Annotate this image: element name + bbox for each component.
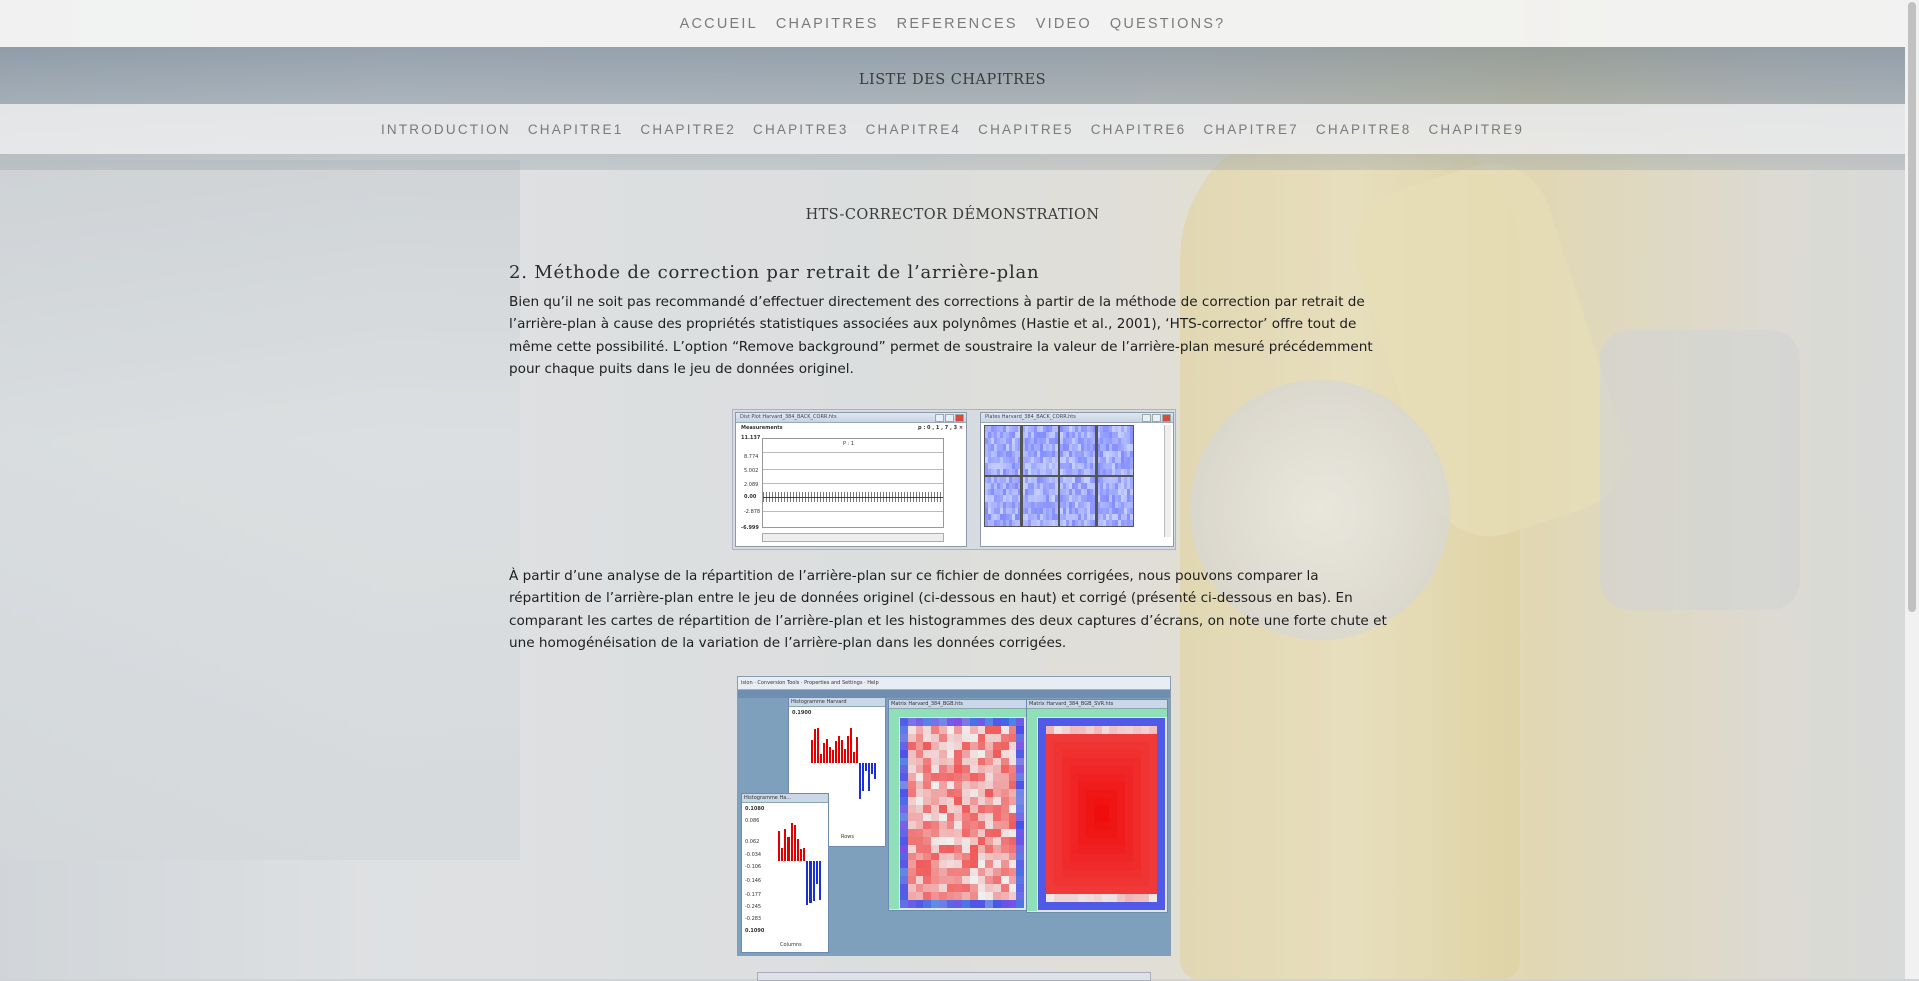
hist-tick-1: 0.086	[745, 818, 760, 824]
histogram-rows-max: 0.1900	[792, 710, 812, 716]
chapter-link-1[interactable]: CHAPITRE1	[528, 122, 624, 137]
heatmap-original	[900, 718, 1024, 908]
histogram-columns-max: 0.1080	[745, 806, 765, 812]
chapter-link-4[interactable]: CHAPITRE4	[866, 122, 962, 137]
plate-map[interactable]	[1022, 477, 1059, 526]
page-title: HTS-CORRECTOR DÉMONSTRATION	[805, 207, 1100, 223]
max-value: 11.137	[741, 435, 761, 441]
heatmap-original-window: Matrix Harvard_384_BGB.hts	[888, 699, 1027, 911]
dist-plot-area: P : 1	[762, 438, 944, 528]
histogram-columns-bars	[778, 816, 822, 916]
histogram-columns-title: Histogramme Ha...	[744, 795, 792, 801]
chapter-link-7[interactable]: CHAPITRE7	[1203, 122, 1299, 137]
chapter-link-2[interactable]: CHAPITRE2	[640, 122, 736, 137]
chapter-link-9[interactable]: CHAPITRE9	[1428, 122, 1524, 137]
histogram-columns-axis: Columns	[780, 942, 802, 948]
histogram-rows-axis: Rows	[841, 834, 855, 840]
min-value: -6.999	[741, 525, 759, 531]
hist-tick-5: -0.146	[745, 878, 762, 884]
top-navigation: ACCUEIL CHAPITRES REFERENCES VIDEO QUEST…	[0, 0, 1905, 47]
vertical-scrollbar[interactable]	[1164, 425, 1171, 537]
scrollbar-thumb[interactable]	[1908, 2, 1916, 612]
menu-bar: ision · Conversion Tools · Properties an…	[738, 677, 1170, 690]
paragraph-intro: Bien qu’il ne soit pas recommandé d’effe…	[509, 294, 1373, 378]
plate-map[interactable]	[985, 477, 1021, 526]
minimize-icon[interactable]	[935, 414, 944, 422]
plates-title: Plates Harvard_384_BACK_CORR.hts	[985, 414, 1076, 420]
chapter-link-introduction[interactable]: INTRODUCTION	[381, 122, 511, 137]
hist-tick-2: 0.062	[745, 839, 760, 845]
heatmap-corrected-window: Matrix Harvard_384_BGB_SVR.hts	[1026, 699, 1168, 913]
plate-map[interactable]	[1022, 426, 1059, 475]
paragraph-comparison: À partir d’une analyse de la répartition…	[509, 568, 1387, 652]
hist-tick-last: 0.1090	[745, 928, 765, 934]
horizontal-scrollbar[interactable]	[762, 533, 944, 542]
plate-maps	[984, 425, 1134, 527]
tick-3: 2.089	[744, 482, 759, 488]
chapter-link-6[interactable]: CHAPITRE6	[1091, 122, 1187, 137]
nav-accueil[interactable]: ACCUEIL	[680, 16, 758, 32]
hist-tick-4: -0.106	[745, 864, 762, 870]
tick-5: -2.878	[744, 509, 761, 515]
histogram-columns-window: Histogramme Ha... 0.1080 0.086 0.062 -0.…	[741, 793, 829, 953]
plates-window: Plates Harvard_384_BACK_CORR.hts	[980, 412, 1174, 547]
plate-panel-label: P : 1	[843, 441, 855, 447]
nav-chapitres[interactable]: CHAPITRES	[776, 16, 879, 32]
screenshot-next-partial	[757, 972, 1151, 981]
screenshot-background-correction: Dist Plot Harvard_384_BACK_CORR.hts Meas…	[732, 409, 1176, 550]
hist-tick-8: -0.283	[745, 916, 762, 922]
nav-video[interactable]: VIDEO	[1036, 16, 1092, 32]
histogram-bar	[818, 816, 822, 916]
histogram-rows-title: Histogramme Harvard	[791, 699, 847, 705]
plate-map[interactable]	[1060, 426, 1096, 475]
menu-items[interactable]: ision · Conversion Tools · Properties an…	[741, 680, 879, 686]
chapter-link-3[interactable]: CHAPITRE3	[753, 122, 849, 137]
measurements-label: Measurements	[741, 425, 783, 431]
chapter-link-5[interactable]: CHAPITRE5	[978, 122, 1074, 137]
close-icon[interactable]	[1162, 414, 1171, 422]
chapters-title: LISTE DES CHAPITRES	[858, 72, 1047, 88]
heatmap-corrected	[1038, 718, 1165, 910]
hist-tick-3: -0.034	[745, 852, 762, 858]
article-continued: À partir d’une analyse de la répartition…	[509, 565, 1389, 655]
maximize-icon[interactable]	[1152, 414, 1161, 422]
article: 2. Méthode de correction par retrait de …	[509, 262, 1389, 381]
minimize-icon[interactable]	[1142, 414, 1151, 422]
nav-questions[interactable]: QUESTIONS?	[1110, 16, 1225, 32]
tick-1: 8.774	[744, 454, 759, 460]
plate-map[interactable]	[1097, 477, 1134, 526]
plate-selector[interactable]: p : 0 , 1 , 7 , 3 ×	[918, 425, 963, 431]
tick-4: 0.00	[744, 494, 757, 500]
heatmap-corrected-title: Matrix Harvard_384_BGB_SVR.hts	[1029, 701, 1114, 707]
hist-tick-7: -0.245	[745, 904, 762, 910]
section-heading: 2. Méthode de correction par retrait de …	[509, 262, 1040, 283]
plate-map[interactable]	[1097, 426, 1134, 475]
plate-map[interactable]	[985, 426, 1021, 475]
screenshot-background-comparison: ision · Conversion Tools · Properties an…	[737, 676, 1171, 956]
dist-plot-title: Dist Plot Harvard_384_BACK_CORR.hts	[740, 414, 837, 420]
histogram-bar	[874, 722, 877, 812]
page-scrollbar[interactable]	[1905, 0, 1919, 979]
plate-map[interactable]	[1060, 477, 1096, 526]
close-icon[interactable]	[955, 414, 964, 422]
hist-tick-6: -0.177	[745, 892, 762, 898]
chapters-navigation: INTRODUCTION CHAPITRE1 CHAPITRE2 CHAPITR…	[0, 104, 1905, 154]
dist-plot-window: Dist Plot Harvard_384_BACK_CORR.hts Meas…	[735, 412, 967, 547]
nav-references[interactable]: REFERENCES	[897, 16, 1018, 32]
tick-2: 5.002	[744, 468, 759, 474]
chapter-link-8[interactable]: CHAPITRE8	[1316, 122, 1412, 137]
heatmap-original-title: Matrix Harvard_384_BGB.hts	[891, 701, 963, 707]
maximize-icon[interactable]	[945, 414, 954, 422]
